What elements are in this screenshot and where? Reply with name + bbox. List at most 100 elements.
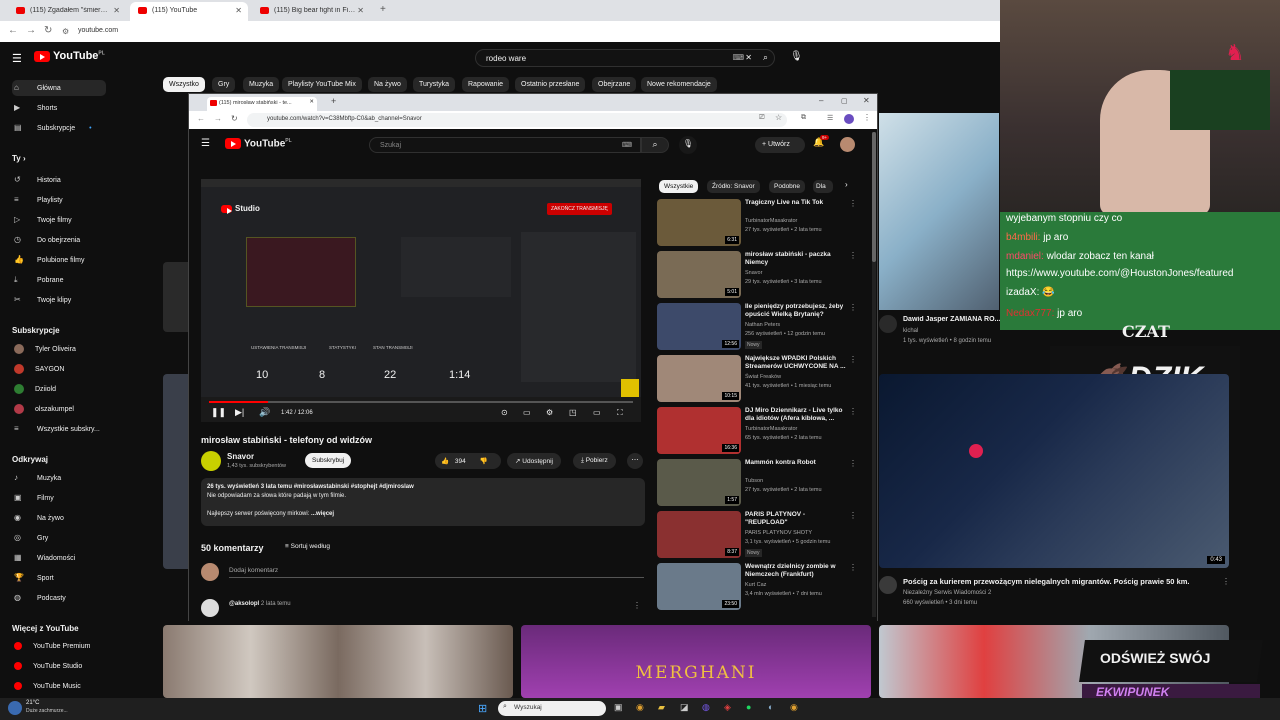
chip-from-channel[interactable]: Źródło: Snavor [707,180,760,193]
sidebar-item-studio[interactable]: YouTube Studio [12,662,162,676]
channel-name[interactable]: Snavor [227,452,254,461]
sidebar-sub[interactable]: olszakumpel [12,404,162,418]
channel-avatar[interactable] [201,451,221,471]
video-thumbnail[interactable]: 10:15 [657,355,741,402]
miniplayer-icon[interactable]: ◳ [569,408,577,417]
reload-icon[interactable]: ↻ [231,114,238,123]
video-title[interactable]: Pościg za kurierem przewożącym nielegaln… [903,577,1203,586]
site-info-icon[interactable]: ⚙ [62,27,69,36]
forward-icon[interactable]: → [214,114,222,123]
download-button[interactable]: ⤓ Pobierz [573,453,616,469]
sidebar-sub[interactable]: Dziiold [12,384,162,398]
chip[interactable]: Playlisty YouTube Mix [282,77,362,92]
sidebar-all-subs[interactable]: ≡ Wszystkie subskry... [12,424,162,438]
microphone-icon[interactable]: 🎙 [679,136,697,154]
popup-tab[interactable]: (115) mirosław stabiński - te... ✕ [207,97,317,111]
video-thumbnail[interactable]: 16:36 [657,407,741,454]
menu-icon[interactable]: ☰ [201,138,210,149]
search-icon[interactable]: ⌕ [641,137,669,153]
sidebar-sub[interactable]: Tyler Oliveira [12,344,162,358]
keyboard-icon[interactable]: ⌨ [622,141,632,149]
browser-tab[interactable]: (115) Zgadałem "śmierć" Hitler...✕ [8,2,126,21]
related-video[interactable]: 6:31 Tragiczny Live na Tik Tok TurbinatorM… [657,199,857,249]
related-title[interactable]: Wewnątrz dzielnicy zombie w Niemczech (F… [745,563,847,579]
sidebar-item-clips[interactable]: ✂ Twoje klipy [12,295,162,309]
video-thumbnail[interactable]: 12:56 [657,303,741,350]
taskbar-search[interactable]: ⌕ Wyszukaj [498,701,606,716]
sidebar-item-playlists[interactable]: ≡ Playlisty [12,195,162,209]
chip[interactable]: Na żywo [368,77,407,92]
cast-icon[interactable]: ⎚ [759,114,765,122]
sidebar-item-shorts[interactable]: ▶ Shorts [12,103,162,117]
browser-tab[interactable]: (115) Big bear fight in Finland✕ [252,2,370,21]
add-comment-input[interactable]: Dodaj komentarz [229,567,644,578]
sidebar-item-liked[interactable]: 👍 Polubione filmy [12,255,162,269]
task-view-icon[interactable]: ▣ [614,702,623,713]
minimize-icon[interactable]: – [819,96,823,105]
comment-menu-icon[interactable]: ⋮ [633,601,641,610]
video-menu-icon[interactable]: ⋮ [849,511,857,520]
related-title[interactable]: Tragiczny Live na Tik Tok [745,199,847,207]
pause-icon[interactable]: ❚❚ [211,407,226,418]
comment-author[interactable]: @aksolopl 2 lata temu [229,601,291,607]
sidebar-item-watch-later[interactable]: ◷ Do obejrzenia [12,235,162,249]
chip[interactable]: Muzyka [243,77,280,92]
browser-tab-active[interactable]: (115) YouTube ✕ [130,2,248,21]
share-button[interactable]: ↗ Udostępnij [507,453,561,469]
back-icon[interactable]: ← [8,25,18,36]
commenter-avatar[interactable] [201,599,219,617]
chevron-right-icon[interactable]: › [845,180,848,189]
related-title[interactable]: mirosław stabiński - paczka Niemcy [745,251,847,267]
related-video[interactable]: 8:37 PARIS PLATYNOV - "REUPLOAD" PARIS PLA… [657,511,857,561]
next-icon[interactable]: ▶| [235,407,244,418]
show-more-link[interactable]: ...więcej [311,511,334,517]
menu-list-icon[interactable]: ☰ [827,114,833,122]
related-video[interactable]: 12:56 Ile pieniędzy potrzebujesz, żeby op… [657,303,857,353]
related-video[interactable]: 5:01 mirosław stabiński - paczka Niemcy Sn… [657,251,857,301]
sort-button[interactable]: ≡ Sortuj według [285,543,330,550]
folder-icon[interactable]: ▰ [658,702,665,713]
related-title[interactable]: PARIS PLATYNOV - "REUPLOAD" [745,511,847,527]
related-title[interactable]: Największe WPADKI Polskich Streamerów UC… [745,355,847,371]
back-icon[interactable]: ← [197,114,205,123]
video-menu-icon[interactable]: ⋮ [1222,577,1230,586]
chip[interactable]: Obejrzane [592,77,637,92]
spotify-icon[interactable]: ● [746,702,751,712]
new-tab-icon[interactable]: + [331,96,336,106]
menu-icon[interactable]: ☰ [12,52,22,65]
close-tab-icon[interactable]: ✕ [113,6,120,15]
progress-track[interactable] [209,401,633,403]
sidebar-item-music[interactable]: ♪ Muzyka [12,473,162,487]
sidebar-item-live[interactable]: ◉ Na żywo [12,513,162,527]
popup-url-field[interactable]: youtube.com/watch?v=C38Mbftp-C0&ab_chann… [247,113,787,127]
bookmark-star-icon[interactable]: ☆ [775,113,782,122]
related-video[interactable]: 1:57 Mammón kontra Robot Tubson 27 tys. wyś… [657,459,857,509]
video-thumbnail[interactable]: 1:57 [657,459,741,506]
video-menu-icon[interactable]: ⋮ [849,355,857,364]
extensions-icon[interactable]: ⧉ [801,114,806,122]
video-player[interactable]: Studio ZAKOŃCZ TRANSMISJĘ USTAWIENIA TRA… [201,179,641,422]
chrome-icon[interactable]: ◉ [636,702,644,713]
new-tab-icon[interactable]: + [380,4,386,15]
sidebar-item-sport[interactable]: 🏆 Sport [12,573,162,587]
related-title[interactable]: DJ Miro Dziennikarz - Live tylko dla idi… [745,407,847,423]
chip[interactable]: Gry [212,77,236,92]
chip[interactable]: Nowe rekomendacje [641,77,717,92]
profile-avatar[interactable] [844,114,854,124]
video-thumbnail[interactable]: 5:01 [657,251,741,298]
channel-avatar[interactable] [879,315,897,333]
sidebar-item-your-videos[interactable]: ▷ Twoje filmy [12,215,162,229]
like-icon[interactable]: 👍 [441,458,449,465]
volume-icon[interactable]: 🔊 [259,407,270,418]
video-thumbnail[interactable] [879,113,999,310]
sidebar-sub[interactable]: SAYGON [12,364,162,378]
description-box[interactable]: 26 tys. wyświetleń 3 lata temu #mirosław… [201,478,645,526]
sidebar-item-movies[interactable]: ▣ Filmy [12,493,162,507]
clear-icon[interactable]: ✕ [745,53,752,62]
video-thumbnail[interactable]: 23:50 [657,563,741,610]
close-tab-icon[interactable]: ✕ [309,99,314,105]
sidebar-item-home[interactable]: ⌂ Główna [12,80,106,96]
youtube-logo[interactable]: YouTubePL [225,138,292,149]
video-thumbnail[interactable]: 8:37 [657,511,741,558]
video-menu-icon[interactable]: ⋮ [849,251,857,260]
